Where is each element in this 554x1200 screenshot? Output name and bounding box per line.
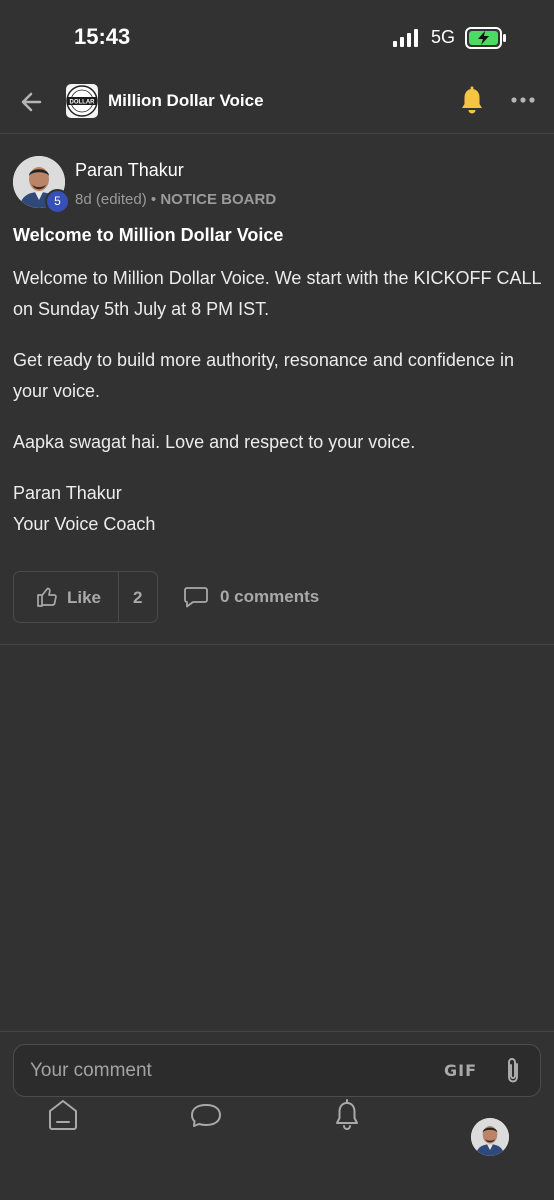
post-header: 5 Paran Thakur 8d (edited) • NOTICE BOAR… [0, 135, 554, 225]
community-name[interactable]: Million Dollar Voice [108, 91, 264, 111]
bottom-nav [0, 1086, 554, 1156]
community-logo[interactable]: DOLLAR [66, 84, 98, 118]
nav-profile[interactable] [461, 1086, 521, 1156]
profile-avatar-image [471, 1118, 509, 1156]
like-button[interactable]: Like [14, 572, 118, 622]
signature-name: Paran Thakur [13, 483, 122, 503]
post-actions: Like 2 0 comments [13, 571, 543, 623]
status-time: 15:43 [74, 24, 131, 49]
chat-icon [191, 1104, 221, 1127]
status-bar: 15:43 5G [0, 0, 554, 76]
post-paragraph: Aapka swagat hai. Love and respect to yo… [13, 432, 416, 452]
top-bar: DOLLAR Million Dollar Voice [0, 76, 554, 134]
network-type: 5G [431, 27, 456, 47]
home-icon [49, 1100, 77, 1130]
nav-notifications[interactable] [317, 1086, 377, 1146]
paperclip-icon[interactable] [502, 1056, 524, 1086]
back-arrow-icon[interactable] [18, 88, 46, 116]
nav-chat[interactable] [176, 1086, 236, 1146]
post-body: Welcome to Million Dollar Voice. We star… [13, 263, 543, 540]
comments-count: 0 comments [220, 587, 320, 606]
post-category[interactable]: NOTICE BOARD [160, 191, 276, 208]
nav-home[interactable] [33, 1086, 93, 1146]
comment-icon [184, 587, 208, 608]
post-title: Welcome to Million Dollar Voice [13, 225, 284, 245]
comments-button[interactable]: 0 comments [181, 571, 341, 623]
like-label: Like [67, 588, 102, 607]
thumbs-up-icon [37, 587, 57, 607]
comment-input[interactable] [30, 1057, 430, 1085]
author-name[interactable]: Paran Thakur [75, 160, 184, 181]
post-signature: Paran Thakur Your Voice Coach [13, 478, 543, 540]
more-icon[interactable] [508, 90, 538, 110]
post-paragraph: Get ready to build more authority, reson… [13, 350, 514, 401]
battery-icon [465, 27, 506, 49]
level-badge: 5 [45, 189, 70, 214]
signal-icon [393, 29, 418, 47]
signature-title: Your Voice Coach [13, 514, 156, 534]
bell-icon[interactable] [458, 86, 486, 116]
post-paragraph: Welcome to Million Dollar Voice. We star… [13, 268, 541, 319]
bell-icon [336, 1099, 358, 1130]
post-divider [0, 644, 554, 645]
post-time: 8d (edited) • [75, 191, 157, 208]
like-divider [118, 572, 119, 622]
like-count[interactable]: 2 [133, 588, 142, 608]
profile-avatar [471, 1118, 509, 1156]
post-meta: 8d (edited) • NOTICE BOARD [75, 191, 276, 208]
like-group: Like 2 [13, 571, 158, 623]
gif-button[interactable]: GIF [444, 1061, 477, 1080]
community-logo-graphic: DOLLAR [66, 85, 98, 117]
logo-text: DOLLAR [70, 100, 96, 106]
